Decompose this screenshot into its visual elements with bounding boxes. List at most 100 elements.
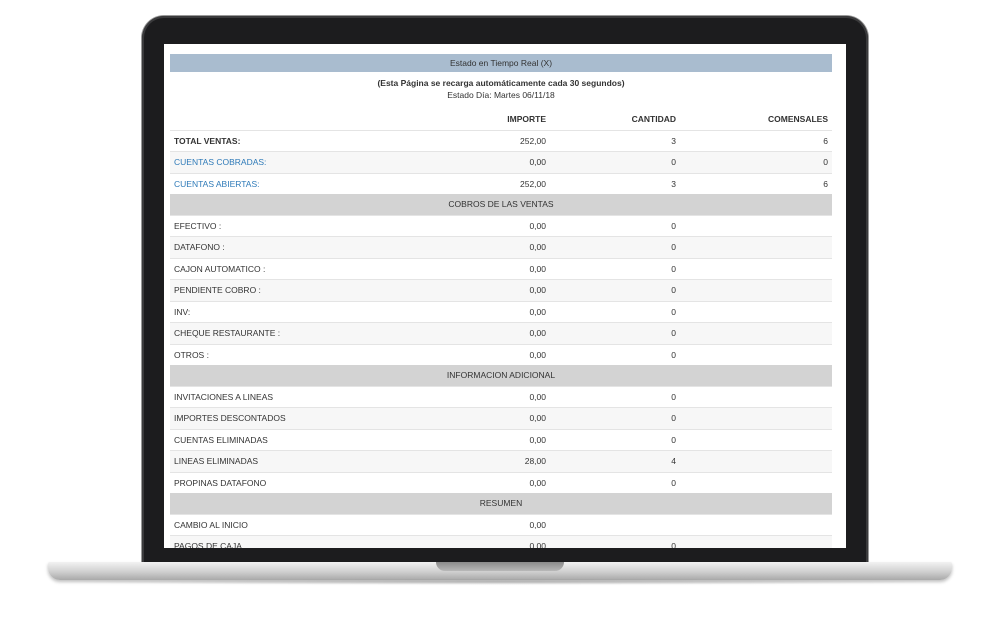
row-comensales xyxy=(680,513,832,536)
table-row: CAMBIO AL INICIO 0,00 xyxy=(170,513,832,536)
col-importe: IMPORTE xyxy=(507,114,546,125)
row-importe: 0,00 xyxy=(420,322,550,344)
row-importe: 0,00 xyxy=(420,513,550,536)
cuentas-cobradas-link[interactable]: CUENTAS COBRADAS: xyxy=(170,151,420,173)
table-row: INV: 0,00 0 xyxy=(170,300,832,323)
row-label: EFECTIVO : xyxy=(170,214,420,237)
row-importe: 0,00 xyxy=(420,385,550,408)
row-importe: 252,00 xyxy=(420,172,550,194)
row-importe: 0,00 xyxy=(420,151,550,173)
table-row: TOTAL VENTAS: 252,00 3 6 xyxy=(170,129,832,152)
col-comensales: COMENSALES xyxy=(768,114,828,125)
row-label: INV: xyxy=(170,300,420,323)
reload-note: (Esta Página se recarga automáticamente … xyxy=(377,78,625,88)
row-label: CAJON AUTOMATICO : xyxy=(170,257,420,280)
table-row: INVITACIONES A LINEAS 0,00 0 xyxy=(170,385,832,408)
row-importe: 0,00 xyxy=(420,257,550,280)
status-table: IMPORTE CANTIDAD COMENSALES TOTAL VENTAS… xyxy=(170,109,832,548)
row-cantidad xyxy=(550,513,680,536)
row-importe: 0,00 xyxy=(420,279,550,301)
row-comensales xyxy=(680,471,832,493)
row-cantidad: 0 xyxy=(550,407,680,429)
row-comensales xyxy=(680,535,832,548)
table-row: PAGOS DE CAJA 0,00 0 xyxy=(170,535,832,548)
row-comensales xyxy=(680,428,832,451)
col-label xyxy=(170,109,420,130)
cuentas-abiertas-link[interactable]: CUENTAS ABIERTAS: xyxy=(170,172,420,194)
row-label: CUENTAS ELIMINADAS xyxy=(170,428,420,451)
row-cantidad: 0 xyxy=(550,214,680,237)
row-cantidad: 0 xyxy=(550,322,680,344)
realtime-status-report: Estado en Tiempo Real (X) (Esta Página s… xyxy=(170,54,832,548)
row-importe: 0,00 xyxy=(420,300,550,323)
row-comensales xyxy=(680,236,832,258)
row-cantidad: 3 xyxy=(550,129,680,152)
row-comensales xyxy=(680,214,832,237)
row-cantidad: 0 xyxy=(550,343,680,365)
row-importe: 0,00 xyxy=(420,343,550,365)
section-title: COBROS DE LAS VENTAS xyxy=(170,194,832,215)
report-title: Estado en Tiempo Real (X) xyxy=(170,54,832,72)
table-row[interactable]: CUENTAS COBRADAS: 0,00 0 0 xyxy=(170,151,832,173)
col-cantidad: CANTIDAD xyxy=(631,114,676,125)
row-importe: 0,00 xyxy=(420,214,550,237)
row-importe: 0,00 xyxy=(420,535,550,548)
row-cantidad: 0 xyxy=(550,236,680,258)
row-label: LINEAS ELIMINADAS xyxy=(170,450,420,472)
row-comensales xyxy=(680,385,832,408)
table-row: PENDIENTE COBRO : 0,00 0 xyxy=(170,279,832,301)
row-label: IMPORTES DESCONTADOS xyxy=(170,407,420,429)
laptop-screen: Estado en Tiempo Real (X) (Esta Página s… xyxy=(164,44,846,548)
row-label: PAGOS DE CAJA xyxy=(170,535,420,548)
row-label: PROPINAS DATAFONO xyxy=(170,471,420,493)
table-row[interactable]: CUENTAS ABIERTAS: 252,00 3 6 xyxy=(170,172,832,194)
row-comensales: 0 xyxy=(680,151,832,173)
row-importe: 0,00 xyxy=(420,428,550,451)
row-cantidad: 0 xyxy=(550,151,680,173)
row-cantidad: 0 xyxy=(550,279,680,301)
row-importe: 252,00 xyxy=(420,129,550,152)
row-cantidad: 3 xyxy=(550,172,680,194)
row-importe: 28,00 xyxy=(420,450,550,472)
section-header-resumen: RESUMEN xyxy=(170,493,832,514)
row-comensales xyxy=(680,300,832,323)
row-cantidad: 0 xyxy=(550,535,680,548)
row-comensales xyxy=(680,257,832,280)
row-cantidad: 0 xyxy=(550,385,680,408)
row-cantidad: 0 xyxy=(550,300,680,323)
row-cantidad: 0 xyxy=(550,428,680,451)
row-cantidad: 0 xyxy=(550,471,680,493)
row-comensales xyxy=(680,450,832,472)
row-label: PENDIENTE COBRO : xyxy=(170,279,420,301)
table-row: CHEQUE RESTAURANTE : 0,00 0 xyxy=(170,322,832,344)
row-comensales: 6 xyxy=(680,129,832,152)
section-title: INFORMACION ADICIONAL xyxy=(170,365,832,386)
table-row: EFECTIVO : 0,00 0 xyxy=(170,214,832,237)
row-label: CHEQUE RESTAURANTE : xyxy=(170,322,420,344)
status-date: Estado Día: Martes 06/11/18 xyxy=(447,90,555,100)
row-label: OTROS : xyxy=(170,343,420,365)
section-header-info: INFORMACION ADICIONAL xyxy=(170,365,832,386)
row-comensales xyxy=(680,407,832,429)
laptop-shadow xyxy=(60,579,940,585)
row-comensales xyxy=(680,279,832,301)
row-cantidad: 0 xyxy=(550,257,680,280)
row-cantidad: 4 xyxy=(550,450,680,472)
table-row: CAJON AUTOMATICO : 0,00 0 xyxy=(170,257,832,280)
laptop-hinge-notch xyxy=(436,562,564,571)
table-row: PROPINAS DATAFONO 0,00 0 xyxy=(170,471,832,493)
table-row: DATAFONO : 0,00 0 xyxy=(170,236,832,258)
row-label: TOTAL VENTAS: xyxy=(170,129,420,152)
row-importe: 0,00 xyxy=(420,407,550,429)
row-comensales: 6 xyxy=(680,172,832,194)
row-comensales xyxy=(680,322,832,344)
table-row: LINEAS ELIMINADAS 28,00 4 xyxy=(170,450,832,472)
row-importe: 0,00 xyxy=(420,236,550,258)
table-row: IMPORTES DESCONTADOS 0,00 0 xyxy=(170,407,832,429)
section-title: RESUMEN xyxy=(170,493,832,514)
table-header-row: IMPORTE CANTIDAD COMENSALES xyxy=(170,109,832,130)
table-row: OTROS : 0,00 0 xyxy=(170,343,832,365)
row-label: DATAFONO : xyxy=(170,236,420,258)
row-importe: 0,00 xyxy=(420,471,550,493)
table-row: CUENTAS ELIMINADAS 0,00 0 xyxy=(170,428,832,451)
